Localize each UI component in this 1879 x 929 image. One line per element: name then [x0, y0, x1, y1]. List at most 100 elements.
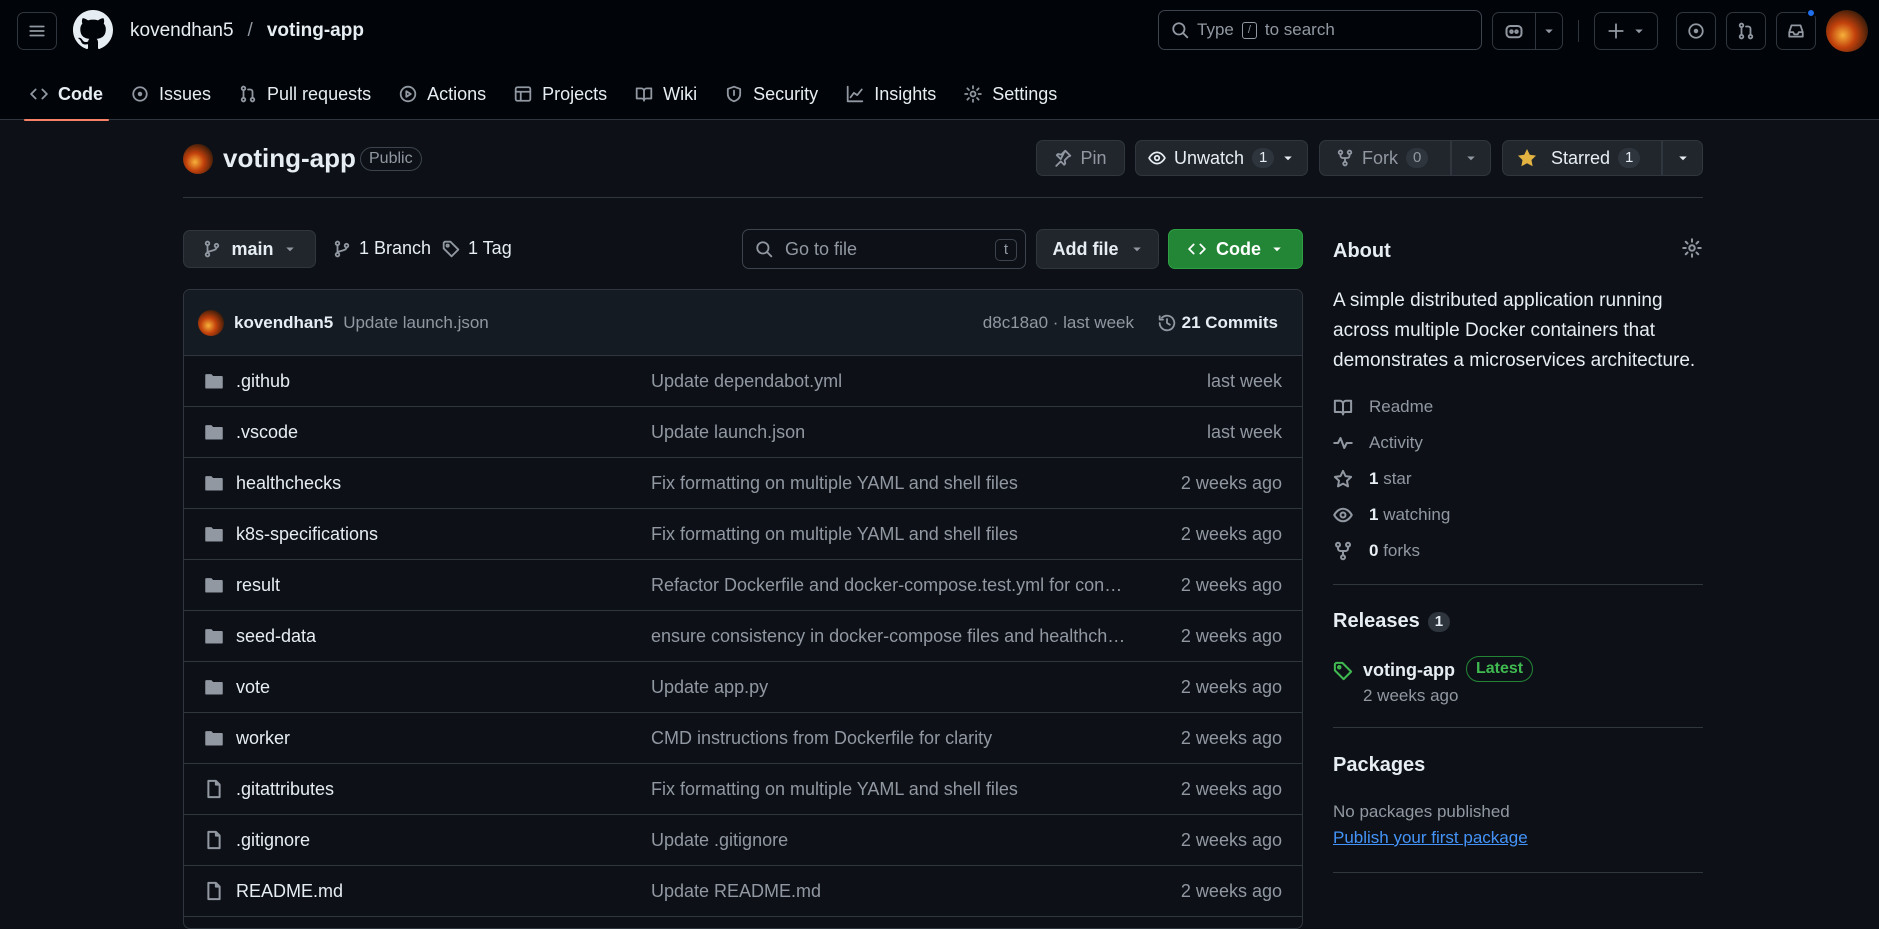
table-row[interactable]: result Refactor Dockerfile and docker-com… — [184, 560, 1302, 611]
file-name[interactable]: worker — [236, 728, 290, 749]
table-row[interactable]: .gitignore Update .gitignore 2 weeks ago — [184, 815, 1302, 866]
file-name[interactable]: .github — [236, 371, 290, 392]
code-icon — [30, 88, 48, 100]
tab-insights[interactable]: Insights — [832, 68, 950, 120]
tab-projects[interactable]: Projects — [500, 68, 621, 120]
commits-label: 21 Commits — [1181, 312, 1278, 332]
file-name[interactable]: seed-data — [236, 626, 316, 647]
table-row[interactable]: vote Update app.py 2 weeks ago — [184, 662, 1302, 713]
tab-issues[interactable]: Issues — [117, 68, 225, 120]
copilot-dropdown-button[interactable] — [1535, 12, 1563, 50]
table-row[interactable]: README.md Update README.md 2 weeks ago — [184, 866, 1302, 917]
file-commit-message[interactable]: Fix formatting on multiple YAML and shel… — [651, 473, 1131, 494]
branches-link[interactable]: 1 Branch — [333, 238, 431, 259]
breadcrumb-separator: / — [247, 20, 253, 41]
issues-button[interactable] — [1676, 12, 1716, 50]
file-commit-message[interactable]: Fix formatting on multiple YAML and shel… — [651, 779, 1131, 800]
file-name[interactable]: .gitattributes — [236, 779, 334, 800]
file-name[interactable]: .vscode — [236, 422, 298, 443]
create-new-button[interactable] — [1594, 12, 1658, 50]
release-name[interactable]: voting-app — [1363, 660, 1455, 681]
file-name[interactable]: healthchecks — [236, 473, 341, 494]
table-row[interactable]: .github Update dependabot.yml last week — [184, 356, 1302, 407]
search-shortcut-key: / — [1241, 21, 1257, 39]
github-logo-icon[interactable] — [73, 10, 113, 50]
play-icon — [399, 85, 417, 103]
repo-title[interactable]: voting-app — [223, 143, 356, 174]
activity-link[interactable]: Activity — [1333, 433, 1423, 453]
copilot-icon — [1505, 25, 1523, 39]
tab-settings[interactable]: Settings — [950, 68, 1071, 120]
file-name[interactable]: README.md — [236, 881, 343, 902]
file-commit-message[interactable]: ensure consistency in docker-compose fil… — [651, 626, 1131, 647]
file-commit-message[interactable]: Update dependabot.yml — [651, 371, 1131, 392]
global-header: kovendhan5 / voting-app Type / to search… — [0, 0, 1879, 121]
table-row[interactable]: .vscode Update launch.json last week — [184, 407, 1302, 458]
file-commit-message[interactable]: Update app.py — [651, 677, 1131, 698]
code-icon — [1188, 243, 1206, 255]
about-heading: About — [1333, 240, 1391, 262]
file-commit-message[interactable]: Update README.md — [651, 881, 1131, 902]
tab-actions[interactable]: Actions — [385, 68, 500, 120]
unwatch-button[interactable]: Unwatch 1 — [1135, 140, 1308, 176]
watch-count: 1 — [1252, 148, 1275, 168]
fork-button[interactable]: Fork 0 — [1319, 140, 1451, 176]
readme-link[interactable]: Readme — [1333, 397, 1433, 417]
repo-nav: Code Issues Pull requests Actions Projec… — [16, 68, 1071, 121]
table-row[interactable]: k8s-specifications Fix formatting on mult… — [184, 509, 1302, 560]
forks-count: 0 — [1369, 541, 1379, 560]
file-commit-message[interactable]: CMD instructions from Dockerfile for cla… — [651, 728, 1131, 749]
repo-owner-avatar — [183, 144, 213, 174]
breadcrumb-repo[interactable]: voting-app — [267, 20, 364, 42]
fork-dropdown-button[interactable] — [1451, 140, 1491, 176]
star-dropdown-button[interactable] — [1662, 140, 1703, 176]
breadcrumb-owner[interactable]: kovendhan5 — [130, 20, 234, 42]
menu-button[interactable] — [17, 12, 57, 50]
about-settings-button[interactable] — [1682, 238, 1702, 258]
pin-button[interactable]: Pin — [1036, 140, 1125, 176]
file-name[interactable]: result — [236, 575, 280, 596]
starred-button[interactable]: Starred 1 — [1502, 140, 1662, 176]
table-row[interactable]: worker CMD instructions from Dockerfile f… — [184, 713, 1302, 764]
commit-message[interactable]: Update launch.json — [343, 313, 489, 333]
watching-link[interactable]: 1 watching — [1333, 505, 1450, 525]
table-row[interactable]: .gitattributes Fix formatting on multiple… — [184, 764, 1302, 815]
file-commit-message[interactable]: Fix formatting on multiple YAML and shel… — [651, 524, 1131, 545]
table-row[interactable]: seed-data ensure consistency in docker-co… — [184, 611, 1302, 662]
tab-pull-requests[interactable]: Pull requests — [225, 68, 385, 120]
add-file-label: Add file — [1052, 238, 1119, 259]
user-avatar[interactable] — [1826, 10, 1868, 52]
file-name[interactable]: vote — [236, 677, 270, 698]
packages-heading[interactable]: Packages — [1333, 754, 1425, 777]
file-commit-message[interactable]: Update .gitignore — [651, 830, 1131, 851]
stars-link[interactable]: 1 star — [1333, 469, 1412, 489]
eye-icon — [1148, 151, 1166, 165]
file-name[interactable]: .gitignore — [236, 830, 310, 851]
commit-author[interactable]: kovendhan5 — [234, 313, 333, 333]
publish-package-link[interactable]: Publish your first package — [1333, 828, 1528, 848]
tags-link[interactable]: 1 Tag — [442, 238, 512, 259]
copilot-button[interactable] — [1492, 12, 1536, 50]
tab-security[interactable]: Security — [711, 68, 832, 120]
releases-heading[interactable]: Releases 1 — [1333, 610, 1451, 633]
pull-requests-button[interactable] — [1726, 12, 1766, 50]
file-name[interactable]: k8s-specifications — [236, 524, 378, 545]
code-button[interactable]: Code — [1168, 229, 1303, 269]
tab-label: Insights — [874, 83, 937, 104]
fork-count: 0 — [1406, 148, 1429, 168]
add-file-button[interactable]: Add file — [1036, 229, 1159, 269]
fork-label: Fork — [1362, 147, 1398, 168]
file-commit-message[interactable]: Update launch.json — [651, 422, 1131, 443]
branch-selector[interactable]: main — [183, 230, 316, 268]
header-divider — [1578, 20, 1579, 42]
go-to-file-input[interactable]: Go to file t — [742, 229, 1026, 269]
tab-code[interactable]: Code — [16, 68, 117, 121]
table-row[interactable]: healthchecks Fix formatting on multiple Y… — [184, 458, 1302, 509]
commit-hash[interactable]: d8c18a0 · last week — [983, 313, 1134, 333]
tab-wiki[interactable]: Wiki — [621, 68, 711, 120]
folder-icon — [204, 422, 224, 442]
forks-link[interactable]: 0 forks — [1333, 541, 1420, 561]
commits-link[interactable]: 21 Commits — [1158, 313, 1278, 333]
file-commit-message[interactable]: Refactor Dockerfile and docker-compose.t… — [651, 575, 1131, 596]
search-input[interactable]: Type / to search — [1158, 10, 1482, 50]
